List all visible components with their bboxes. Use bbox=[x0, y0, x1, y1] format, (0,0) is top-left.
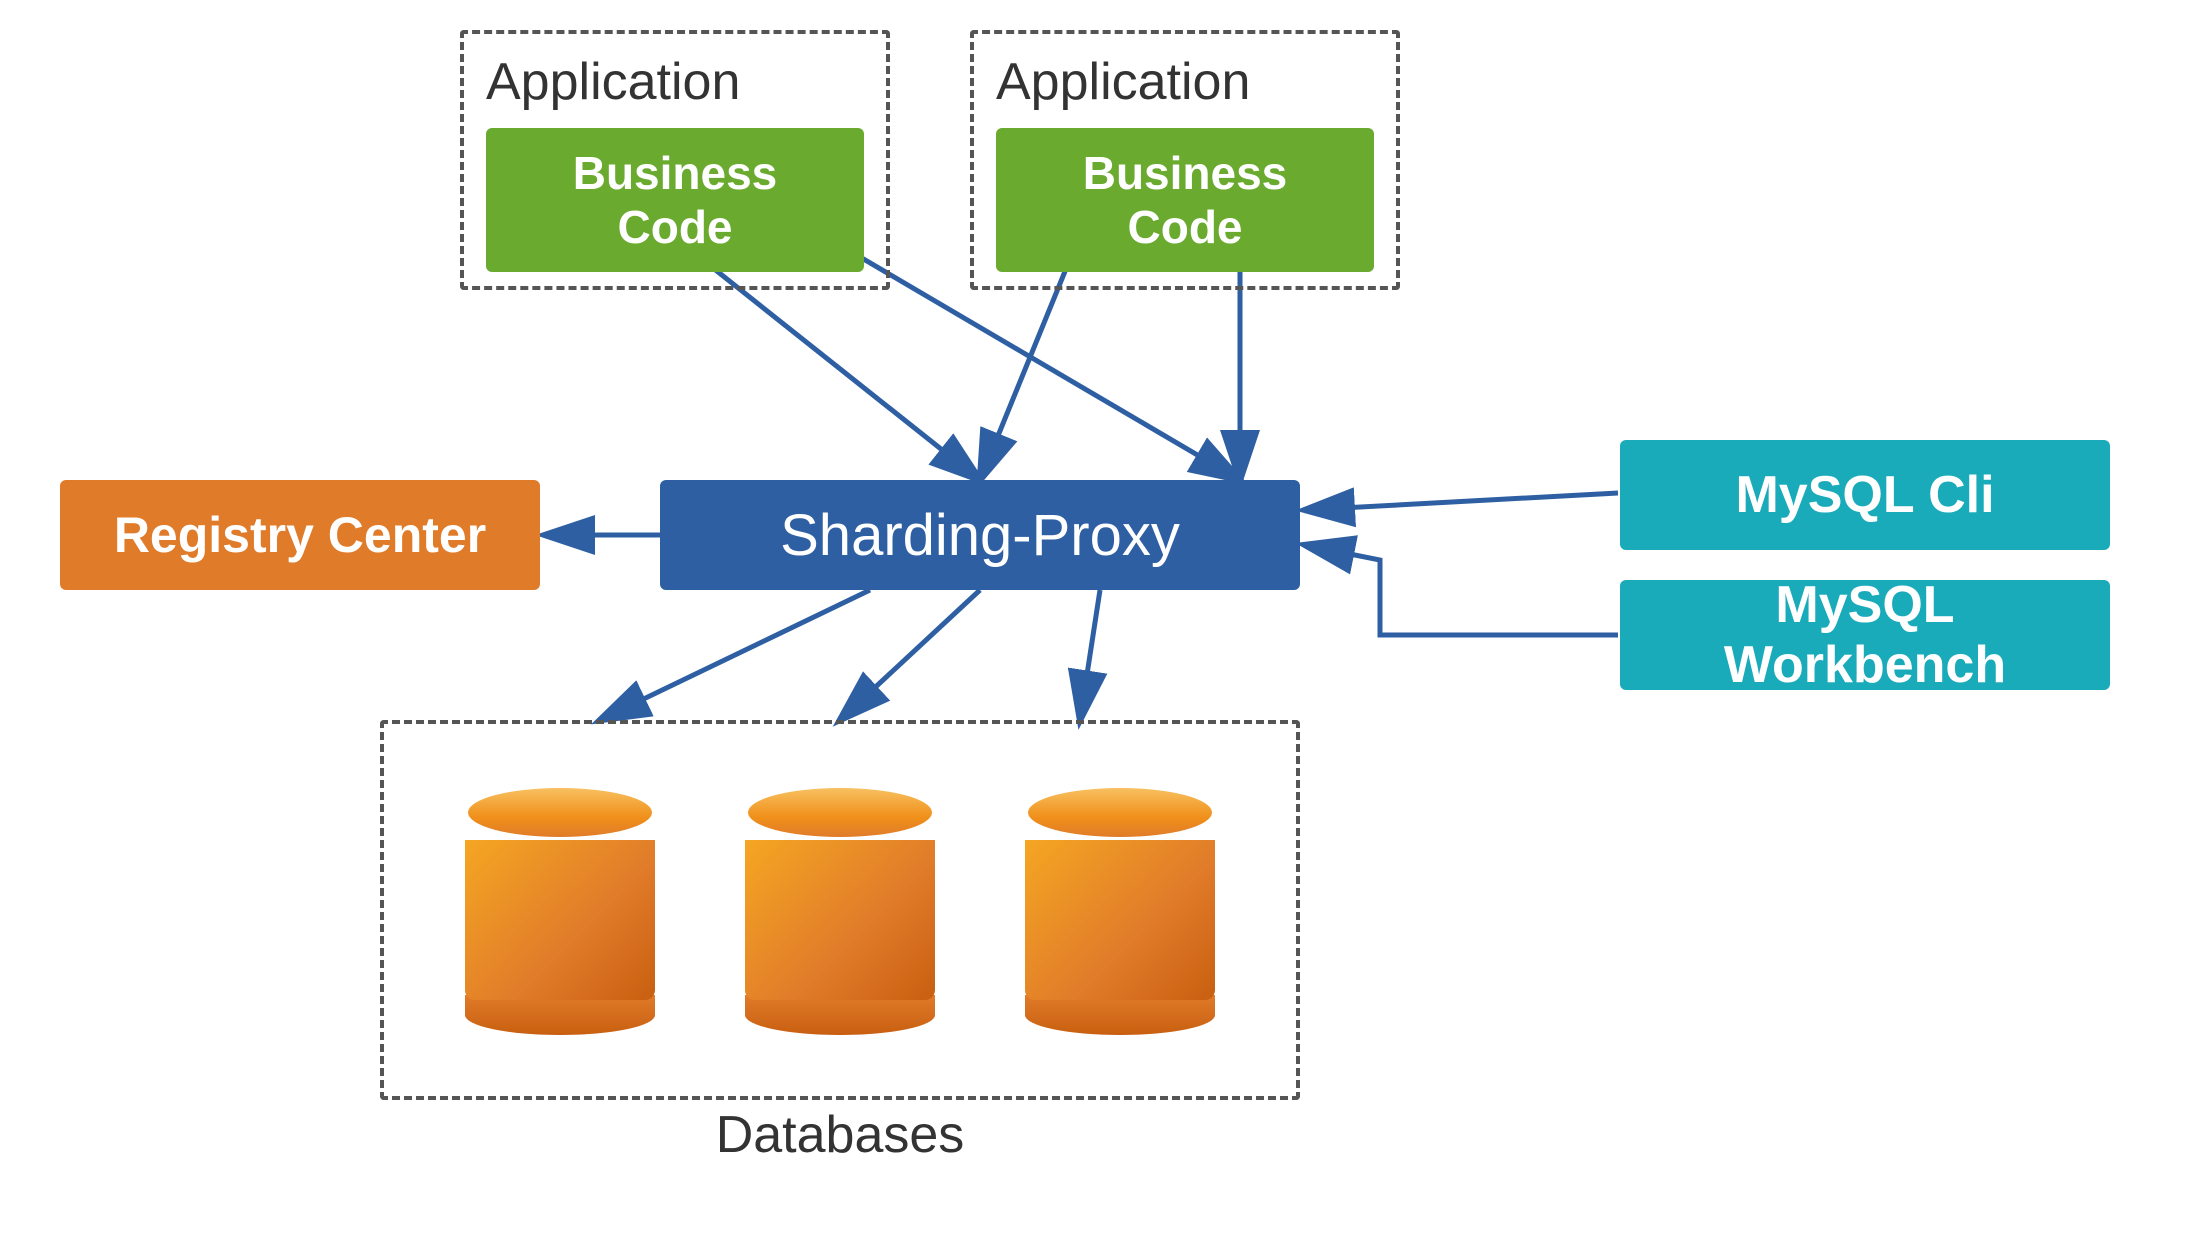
app-box-left: Application Business Code bbox=[460, 30, 890, 290]
mysql-cli-box: MySQL Cli bbox=[1620, 440, 2110, 550]
sharding-proxy-box: Sharding-Proxy bbox=[660, 480, 1300, 590]
mysql-workbench-label: MySQL Workbench bbox=[1656, 575, 2074, 695]
app-box-right: Application Business Code bbox=[970, 30, 1400, 290]
databases-label: Databases bbox=[380, 1105, 1300, 1165]
database-cylinder-3 bbox=[1020, 785, 1220, 1035]
diagram-container: Application Business Code Application Bu… bbox=[0, 0, 2206, 1242]
cylinder-3-bottom bbox=[1025, 995, 1215, 1035]
cylinder-1-body bbox=[465, 840, 655, 1000]
cylinder-3-top bbox=[1025, 785, 1215, 840]
cylinder-1-top bbox=[465, 785, 655, 840]
cylinder-1-bottom bbox=[465, 995, 655, 1035]
registry-center-box: Registry Center bbox=[60, 480, 540, 590]
database-cylinders bbox=[380, 720, 1300, 1100]
cylinder-2-top bbox=[745, 785, 935, 840]
mysql-cli-label: MySQL Cli bbox=[1735, 465, 1994, 525]
sharding-proxy-label: Sharding-Proxy bbox=[780, 502, 1180, 569]
database-cylinder-2 bbox=[740, 785, 940, 1035]
registry-center-label: Registry Center bbox=[114, 506, 486, 564]
business-code-right: Business Code bbox=[996, 128, 1374, 272]
cylinder-2-body bbox=[745, 840, 935, 1000]
cylinder-3-body bbox=[1025, 840, 1215, 1000]
business-code-left: Business Code bbox=[486, 128, 864, 272]
app-left-label: Application bbox=[486, 52, 864, 112]
mysql-workbench-box: MySQL Workbench bbox=[1620, 580, 2110, 690]
database-cylinder-1 bbox=[460, 785, 660, 1035]
cylinder-2-bottom bbox=[745, 995, 935, 1035]
app-right-label: Application bbox=[996, 52, 1374, 112]
